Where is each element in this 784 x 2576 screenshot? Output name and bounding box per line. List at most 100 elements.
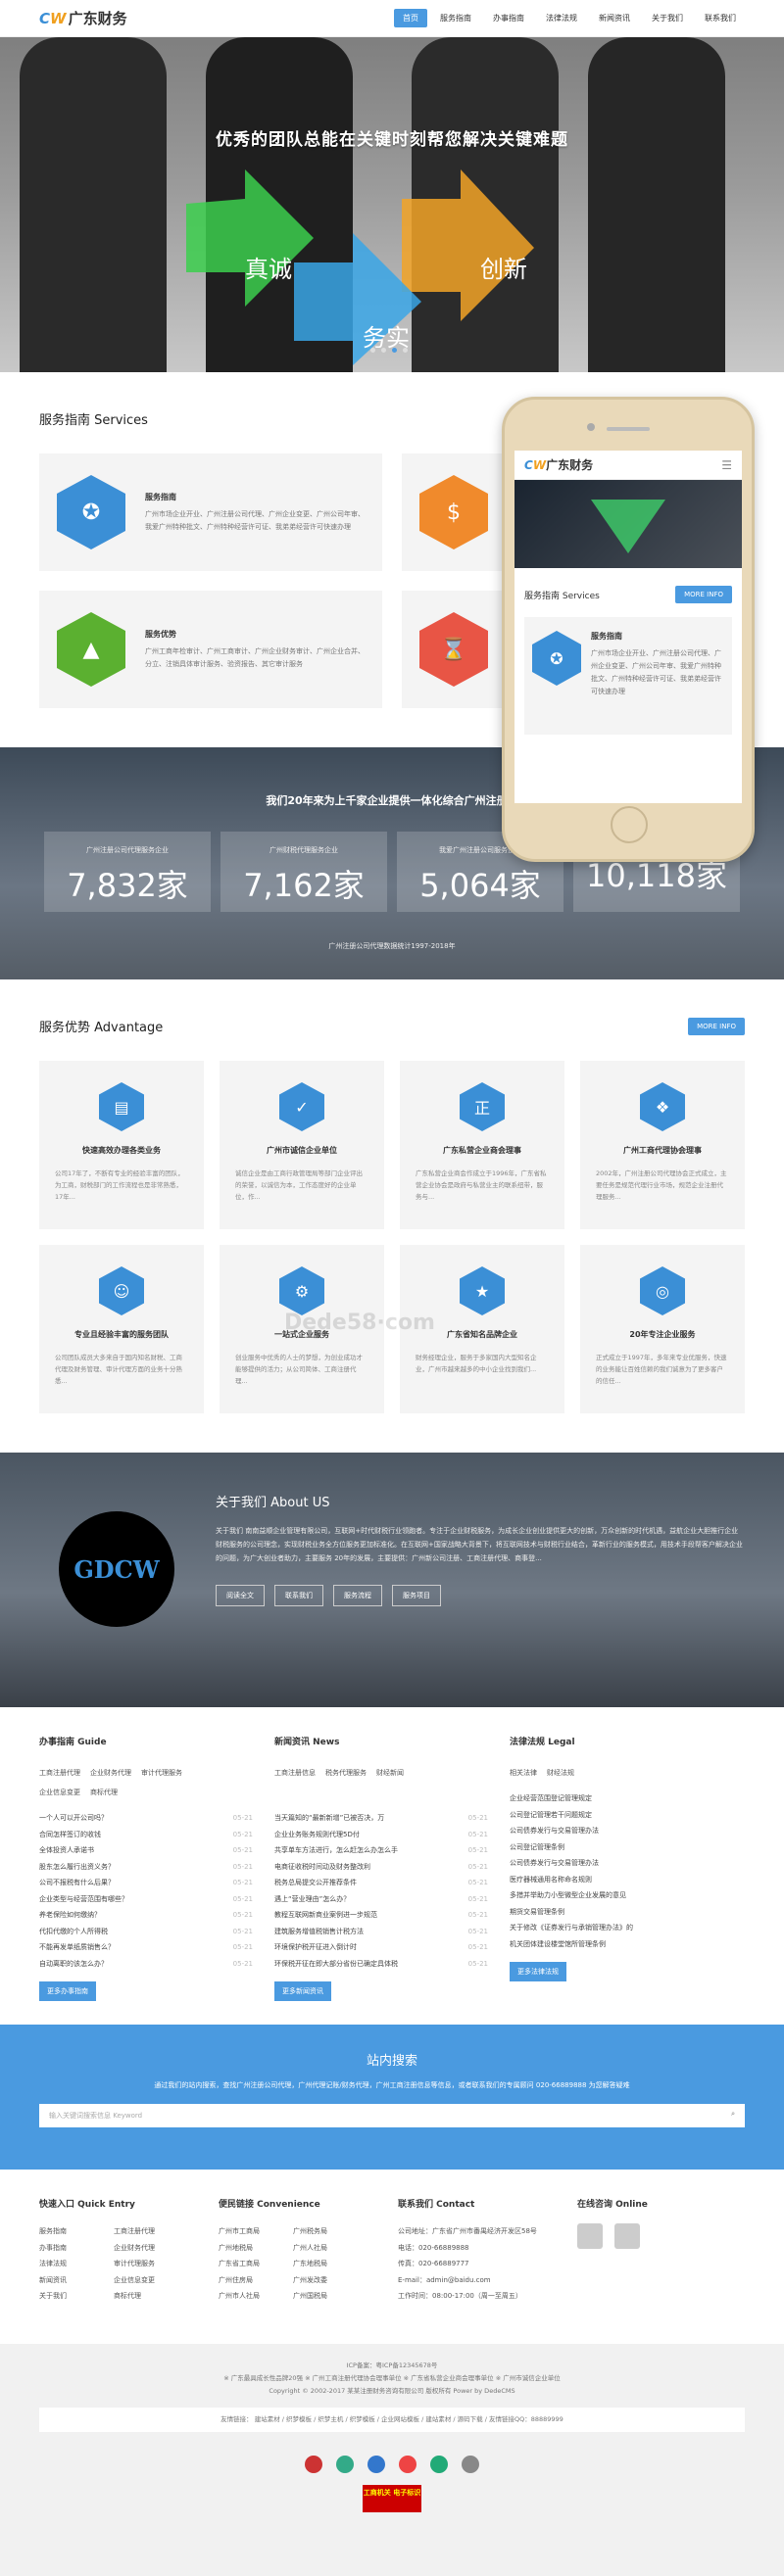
wechat-icon[interactable] — [614, 2223, 640, 2249]
conv-link[interactable]: 广东地税局 — [293, 2256, 368, 2272]
list-item[interactable]: 遇上“营业理由”怎么办？ 05-21 — [274, 1891, 488, 1908]
list-item[interactable]: 公司债券发行与交易管理办法 — [510, 1855, 723, 1872]
list-item[interactable]: 公司不报税有什么后果？ 05-21 — [39, 1875, 253, 1891]
list-item[interactable]: 养老保险如何缴纳？ 05-21 — [39, 1907, 253, 1924]
credit-badge-icon[interactable] — [430, 2456, 448, 2473]
list-item[interactable]: 企业经营范围登记管理规定 — [510, 1790, 723, 1807]
list-item[interactable]: 股东怎么履行出资义务？ 05-21 — [39, 1859, 253, 1876]
category-link[interactable]: 税务代理服务 — [325, 1769, 367, 1777]
list-item[interactable]: 公司债券发行与交易管理办法 — [510, 1823, 723, 1839]
conv-link[interactable]: 广东省工商局 — [219, 2256, 293, 2272]
conv-link[interactable]: 广州人社局 — [293, 2240, 368, 2257]
carousel-dot[interactable] — [403, 348, 408, 353]
conv-link[interactable]: 广州住房局 — [219, 2272, 293, 2289]
carousel-dot[interactable] — [370, 348, 375, 353]
phone-service-card[interactable]: ✪ 服务指南 广州市场企业开业、广州注册公司代理、广州企业变更、广州公司年审、我爱… — [524, 617, 732, 735]
qq-icon[interactable] — [577, 2223, 603, 2249]
quick-link[interactable]: 审计代理服务 — [114, 2256, 188, 2272]
conv-link[interactable]: 广州市人社局 — [219, 2288, 293, 2305]
carousel-dot-active[interactable] — [392, 348, 397, 353]
business-license-badge[interactable]: 工商机关 电子标识 — [363, 2485, 421, 2512]
nav-guide[interactable]: 办事指南 — [484, 9, 533, 27]
list-item[interactable]: 环保税开征在即大部分省份已确定具体税 05-21 — [274, 1956, 488, 1973]
list-item[interactable]: 期货交易管理条例 — [510, 1904, 723, 1921]
quick-link[interactable]: 服务指南 — [39, 2223, 114, 2240]
nav-about[interactable]: 关于我们 — [643, 9, 692, 27]
advantage-more-button[interactable]: MORE INFO — [688, 1017, 745, 1035]
news-more-button[interactable]: 更多新闻资讯 — [274, 1981, 331, 2001]
nav-home[interactable]: 首页 — [394, 9, 427, 27]
service-card[interactable]: ▲ 服务优势 广州工商年检审计、广州工商审计、广州企业财务审计、广州企业合并、分立… — [39, 591, 382, 708]
list-item[interactable]: 关于修改《证券发行与承销管理办法》的 — [510, 1920, 723, 1936]
quick-link[interactable]: 关于我们 — [39, 2288, 114, 2305]
icp-record[interactable]: ICP备案：粤ICP备12345678号 — [0, 2360, 784, 2372]
service-card[interactable]: ✪ 服务指南 广州市场企业开业、广州注册公司代理、广州企业变更、广州公司年审、我爱… — [39, 453, 382, 571]
contact-us-button[interactable]: 联系我们 — [274, 1585, 323, 1606]
category-link[interactable]: 审计代理服务 — [141, 1769, 182, 1777]
list-item[interactable]: 建筑服务增值税销售计税方法 05-21 — [274, 1924, 488, 1940]
list-item[interactable]: 医疗器械通用名称命名规则 — [510, 1872, 723, 1888]
list-item[interactable]: 多措并举助力小型微型企业发展的意见 — [510, 1887, 723, 1904]
list-item[interactable]: 一个人可以开公司吗？ 05-21 — [39, 1810, 253, 1827]
advantage-card[interactable]: ✓ 广州市诚信企业单位 诚信企业是由工商行政管理局等部门企业评出的荣誉，以诚信为本，… — [220, 1061, 384, 1229]
friend-links[interactable]: 友情链接： 建站素材 / 织梦模板 / 织梦主机 / 织梦模板 / 企业网站模板… — [39, 2408, 745, 2432]
quick-link[interactable]: 工商注册代理 — [114, 2223, 188, 2240]
category-link[interactable]: 财经法规 — [547, 1769, 574, 1777]
nav-contact[interactable]: 联系我们 — [696, 9, 745, 27]
list-item[interactable]: 公司登记管理条例 — [510, 1839, 723, 1856]
search-input[interactable]: 输入关键词搜索信息 Keyword ⌕ — [39, 2104, 745, 2127]
advantage-card[interactable]: ❖ 广州工商代理协会理事 2002年，广州注册公司代理协会正式成立，主要任务是规范代… — [580, 1061, 745, 1229]
guide-more-button[interactable]: 更多办事指南 — [39, 1981, 96, 2001]
list-item[interactable]: 不能再发单纸质销售么？ 05-21 — [39, 1939, 253, 1956]
contact-email[interactable]: E-mail：admin@baidu.com — [398, 2272, 577, 2289]
list-item[interactable]: 合同怎样签订的收钱 05-21 — [39, 1827, 253, 1843]
category-link[interactable]: 企业信息变更 — [39, 1789, 80, 1796]
list-item[interactable]: 共享单车方法进行，怎么赶怎么办怎么手 05-21 — [274, 1842, 488, 1859]
advantage-card[interactable]: ◎ 20年专注企业服务 正式成立于1997年，多年来专业优服务，快速的业务能让百姓信… — [580, 1245, 745, 1413]
conv-link[interactable]: 广州国税局 — [293, 2288, 368, 2305]
read-more-button[interactable]: 阅读全文 — [216, 1585, 265, 1606]
list-item[interactable]: 机关团体建设楼堂馆所管理条例 — [510, 1936, 723, 1953]
list-item[interactable]: 教程互联网新商业案例进一步规范 05-21 — [274, 1907, 488, 1924]
category-link[interactable]: 相关法律 — [510, 1769, 537, 1777]
conv-link[interactable]: 广州地税局 — [219, 2240, 293, 2257]
advantage-card[interactable]: ▤ 快速高效办理各类业务 公司17年了，不断有专业的经验丰富的团队，为工商，财税部门… — [39, 1061, 204, 1229]
category-link[interactable]: 工商注册代理 — [39, 1769, 80, 1777]
nav-news[interactable]: 新闻资讯 — [590, 9, 639, 27]
menu-icon[interactable]: ☰ — [721, 458, 732, 472]
conv-link[interactable]: 广州市工商局 — [219, 2223, 293, 2240]
list-item[interactable]: 公司登记管理若干问题规定 — [510, 1807, 723, 1824]
list-item[interactable]: 环境保护税开征进入倒计时 05-21 — [274, 1939, 488, 1956]
search-icon[interactable]: ⌕ — [731, 2110, 735, 2119]
list-item[interactable]: 企业类型与经营范围有哪些？ 05-21 — [39, 1891, 253, 1908]
network-badge-icon[interactable] — [462, 2456, 479, 2473]
verify-badge-icon[interactable] — [336, 2456, 354, 2473]
service-items-button[interactable]: 服务项目 — [392, 1585, 441, 1606]
list-item[interactable]: 自动离职的该怎么办？ 05-21 — [39, 1956, 253, 1973]
nav-legal[interactable]: 法律法规 — [537, 9, 586, 27]
quick-link[interactable]: 办事指南 — [39, 2240, 114, 2257]
quick-link[interactable]: 企业财务代理 — [114, 2240, 188, 2257]
advantage-card[interactable]: ☺ 专业且经验丰富的服务团队 公司团队成员大多来自于国内知名财税、工商代理及财务管理… — [39, 1245, 204, 1413]
legal-more-button[interactable]: 更多法律法规 — [510, 1962, 566, 1981]
carousel-dot[interactable] — [381, 348, 386, 353]
service-process-button[interactable]: 服务流程 — [333, 1585, 382, 1606]
category-link[interactable]: 企业财务代理 — [90, 1769, 131, 1777]
phone-more-button[interactable]: MORE INFO — [675, 586, 732, 603]
conv-link[interactable]: 广州税务局 — [293, 2223, 368, 2240]
list-item[interactable]: 电商征收税时间动及财务整改利 05-21 — [274, 1859, 488, 1876]
list-item[interactable]: 企业业务账务规则代理5D付 05-21 — [274, 1827, 488, 1843]
category-link[interactable]: 财经新闻 — [376, 1769, 404, 1777]
nav-services[interactable]: 服务指南 — [431, 9, 480, 27]
advantage-card[interactable]: 正广东私营企业商会理事 广东私营企业商会作成立于1996年，广东省私营企业协会是政… — [400, 1061, 564, 1229]
category-link[interactable]: 工商注册信息 — [274, 1769, 316, 1777]
security-badge-icon[interactable] — [368, 2456, 385, 2473]
category-link[interactable]: 商标代理 — [90, 1789, 118, 1796]
list-item[interactable]: 当天篇知的“最新新增”已被否决，万 05-21 — [274, 1810, 488, 1827]
list-item[interactable]: 代扣代缴的个人所得税 05-21 — [39, 1924, 253, 1940]
quick-link[interactable]: 企业信息变更 — [114, 2272, 188, 2289]
report-badge-icon[interactable] — [399, 2456, 416, 2473]
site-logo[interactable]: CW 广东财务 — [39, 8, 127, 28]
quick-link[interactable]: 商标代理 — [114, 2288, 188, 2305]
quick-link[interactable]: 法律法规 — [39, 2256, 114, 2272]
